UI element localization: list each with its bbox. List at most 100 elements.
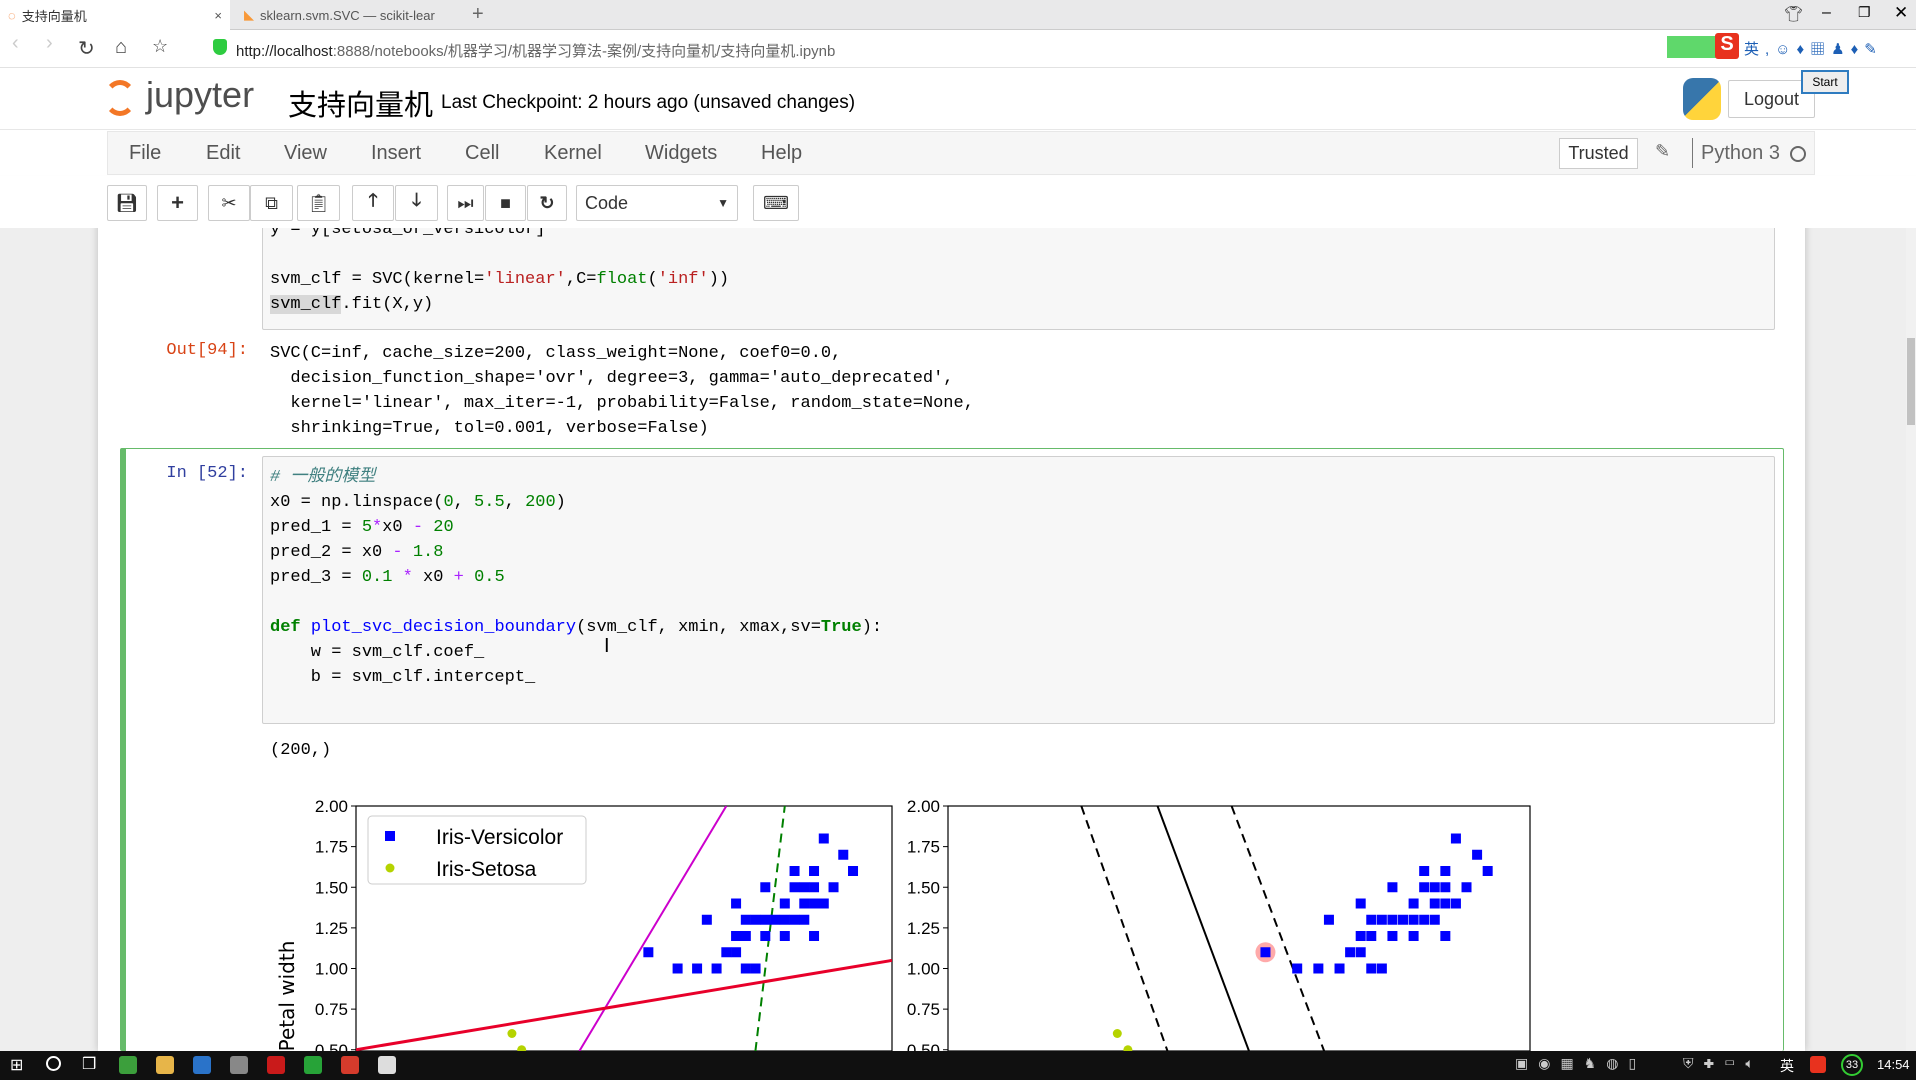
- jupyter-logo-text[interactable]: jupyter: [146, 74, 254, 116]
- url-path: :8888/notebooks/机器学习/机器学习算法-案例/支持向量机/支持向…: [332, 43, 836, 60]
- notification-badge[interactable]: 33: [1841, 1054, 1863, 1076]
- windows-taskbar: ⊞ ❒ ▣◉▦♞◍▯ ⛨✚▭🔈︎ 英 33 14:54: [0, 1051, 1916, 1080]
- divider: [1692, 138, 1693, 168]
- versicolor-point: [760, 882, 771, 893]
- plot-output: 0.50 0.75 1.00 1.25 1.50 1.75 2.00 Iris-Versico…: [275, 797, 1531, 1051]
- close-tab-icon[interactable]: ×: [214, 8, 222, 23]
- move-down-button[interactable]: 🡓: [395, 185, 438, 221]
- kernel-idle-icon: [1790, 146, 1806, 162]
- scrollbar[interactable]: [1906, 228, 1916, 1051]
- interrupt-button[interactable]: ■: [485, 185, 526, 221]
- insert-cell-button[interactable]: +: [157, 185, 198, 221]
- task-view-icon[interactable]: ❒: [82, 1054, 96, 1074]
- ime-toolbar-icons[interactable]: 英,☺♦▦♟♦✎: [1744, 38, 1883, 59]
- trusted-indicator[interactable]: Trusted: [1559, 138, 1638, 169]
- versicolor-point: [1376, 914, 1387, 925]
- edit-mode-pencil-icon: ✎: [1655, 141, 1671, 161]
- skin-icon[interactable]: 👕︎: [1784, 5, 1803, 23]
- ime-indicator[interactable]: 英: [1780, 1056, 1794, 1076]
- menu-edit[interactable]: Edit: [206, 142, 240, 165]
- sogou-ime-icon[interactable]: S: [1715, 33, 1739, 59]
- tab-sklearn[interactable]: ◣ sklearn.svm.SVC — scikit-lear: [236, 0, 446, 30]
- menu-kernel[interactable]: Kernel: [544, 142, 602, 165]
- versicolor-point: [1355, 931, 1366, 941]
- legend: Iris-Versicolor Iris-Setosa: [367, 815, 587, 885]
- cell-type-value: Code: [585, 192, 629, 213]
- versicolor-point: [779, 914, 790, 925]
- sklearn-favicon-icon: ◣: [244, 7, 254, 22]
- url-host: http://localhost: [236, 43, 333, 60]
- run-button[interactable]: ⏭︎: [447, 185, 484, 221]
- notebook-container: y = y[setosa_or_versicolor] svm_clf = SVC…: [98, 228, 1805, 1051]
- cut-button[interactable]: ✂: [208, 185, 250, 221]
- versicolor-point: [1408, 931, 1419, 941]
- url-field[interactable]: http://localhost:8888/notebooks/机器学习/机器学…: [236, 40, 835, 61]
- copy-button[interactable]: ⧉: [250, 185, 293, 221]
- versicolor-point: [750, 963, 761, 974]
- menu-help[interactable]: Help: [761, 142, 802, 165]
- app-taskbar-icon[interactable]: [341, 1056, 359, 1074]
- new-tab-button[interactable]: +: [472, 3, 484, 26]
- back-icon[interactable]: ‹: [12, 32, 19, 55]
- tab-notebook[interactable]: ◌ 支持向量机 ×: [0, 0, 230, 30]
- notebook-title[interactable]: 支持向量机: [288, 82, 433, 124]
- versicolor-point: [1408, 898, 1419, 909]
- menu-insert[interactable]: Insert: [371, 142, 421, 165]
- versicolor-point: [818, 833, 829, 844]
- sogou-tray-icon[interactable]: [1810, 1056, 1826, 1073]
- address-bar: ‹ › ↻ ⌂ ☆ http://localhost:8888/notebook…: [0, 30, 1916, 68]
- menu-file[interactable]: File: [129, 142, 161, 165]
- y-tick-label: 1.00: [315, 960, 348, 979]
- versicolor-point: [692, 963, 703, 974]
- versicolor-point: [1440, 931, 1451, 941]
- app-taskbar-icon[interactable]: [230, 1056, 248, 1074]
- home-icon[interactable]: ⌂: [115, 36, 127, 59]
- restore-button[interactable]: ❐: [1858, 4, 1871, 21]
- app-taskbar-icon[interactable]: [378, 1056, 396, 1074]
- app-taskbar-icon[interactable]: [193, 1056, 211, 1074]
- tray-icons[interactable]: ▣◉▦♞◍▯: [1515, 1055, 1646, 1072]
- save-button[interactable]: 💾︎: [107, 185, 147, 221]
- versicolor-point: [1450, 833, 1461, 844]
- setosa-point: [1112, 1029, 1122, 1038]
- minimize-button[interactable]: –: [1822, 4, 1831, 22]
- cell-type-select[interactable]: Code ▼: [576, 185, 738, 221]
- versicolor-point: [1260, 947, 1271, 958]
- versicolor-point: [809, 882, 820, 893]
- pdf-taskbar-icon[interactable]: [267, 1056, 285, 1074]
- command-palette-button[interactable]: ⌨: [753, 185, 799, 221]
- versicolor-point: [789, 882, 800, 893]
- reload-icon[interactable]: ↻: [78, 36, 95, 61]
- tab-label: sklearn.svm.SVC — scikit-lear: [260, 7, 435, 23]
- move-up-button[interactable]: 🡑: [352, 185, 394, 221]
- jupyter-logo-icon: [104, 80, 136, 116]
- close-window-button[interactable]: ✕: [1894, 3, 1908, 23]
- bookmark-star-icon[interactable]: ☆: [152, 36, 168, 57]
- legend-label: Iris-Versicolor: [436, 826, 563, 849]
- paste-button[interactable]: 📋︎: [297, 185, 340, 221]
- versicolor-point: [760, 914, 771, 925]
- kernel-name[interactable]: Python 3: [1701, 142, 1780, 165]
- app-taskbar-icon[interactable]: [304, 1056, 322, 1074]
- menu-widgets[interactable]: Widgets: [645, 142, 717, 165]
- explorer-taskbar-icon[interactable]: [156, 1056, 174, 1074]
- versicolor-point: [1429, 898, 1440, 909]
- windows-start-icon[interactable]: ⊞: [10, 1055, 23, 1075]
- versicolor-point: [1345, 947, 1356, 958]
- browser-taskbar-icon[interactable]: [119, 1056, 137, 1074]
- restart-button[interactable]: ↻: [527, 185, 567, 221]
- versicolor-point: [672, 963, 683, 974]
- y-tick-label: 2.00: [907, 797, 940, 816]
- scrollbar-thumb[interactable]: [1907, 338, 1915, 425]
- forward-icon[interactable]: ›: [46, 32, 53, 55]
- tray-icons-2[interactable]: ⛨✚▭🔈︎: [1683, 1055, 1764, 1072]
- search-icon[interactable]: [46, 1056, 61, 1071]
- y-tick-label: 2.00: [315, 797, 348, 816]
- versicolor-point: [1482, 866, 1493, 876]
- versicolor-point: [789, 914, 800, 925]
- versicolor-point: [1472, 849, 1483, 860]
- menu-view[interactable]: View: [284, 142, 327, 165]
- versicolor-point: [1366, 931, 1377, 941]
- menu-cell[interactable]: Cell: [465, 142, 499, 165]
- versicolor-point: [828, 882, 839, 893]
